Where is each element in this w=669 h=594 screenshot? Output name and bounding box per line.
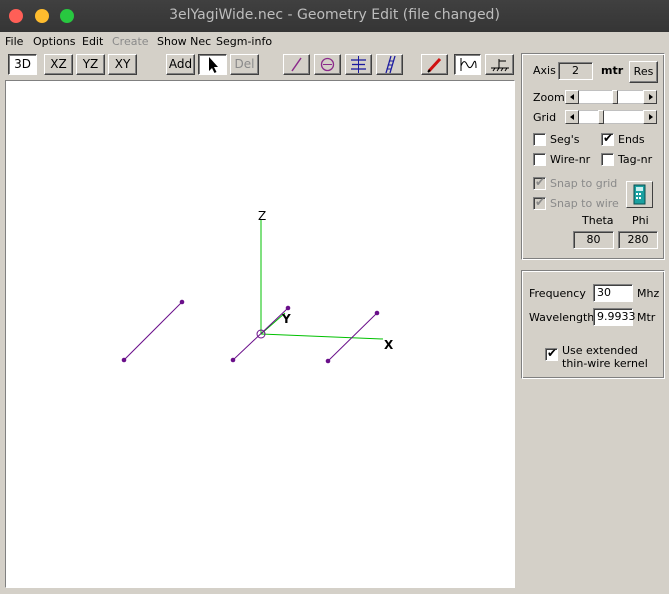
phi-value: 280 xyxy=(618,231,658,249)
wire-end[interactable] xyxy=(285,305,291,311)
wire-reflector[interactable] xyxy=(123,301,183,361)
zoom-slider[interactable] xyxy=(565,90,657,104)
menu-bar: File Options Edit Create Show Nec Segm-i… xyxy=(0,32,669,52)
tag-nr-checkbox[interactable] xyxy=(601,153,614,166)
res-button[interactable]: Res xyxy=(629,61,658,83)
check-icon: ✔ xyxy=(603,131,614,145)
axis-value: 2 xyxy=(558,62,593,80)
check-icon: ✔ xyxy=(535,175,546,189)
zoom-label: Zoom xyxy=(533,91,565,104)
extended-kernel-label-line1: Use extended xyxy=(562,344,638,357)
frequency-unit: Mhz xyxy=(637,287,660,300)
axis-unit: mtr xyxy=(601,64,624,77)
view-3d-button[interactable]: 3D xyxy=(8,54,37,75)
geometry-edit-window: 3elYagiWide.nec - Geometry Edit (file ch… xyxy=(0,0,669,594)
x-axis xyxy=(260,333,384,340)
zoom-right-arrow-icon[interactable] xyxy=(643,90,657,104)
loop-icon xyxy=(320,57,335,72)
segs-label: Seg's xyxy=(550,133,580,146)
tag-nr-label: Tag-nr xyxy=(618,153,653,166)
axis-label: Axis xyxy=(533,64,556,77)
wavelength-label: Wavelength xyxy=(529,311,595,324)
menu-options[interactable]: Options xyxy=(33,35,75,48)
calculator-button[interactable] xyxy=(626,181,653,208)
snap-to-wire-label: Snap to wire xyxy=(550,197,619,210)
extended-kernel-checkbox[interactable]: ✔ xyxy=(545,346,558,361)
grid-thumb[interactable] xyxy=(598,110,604,124)
source-wave-icon xyxy=(460,58,477,71)
delete-button[interactable]: Del xyxy=(230,54,259,75)
ends-checkbox[interactable]: ✔ xyxy=(601,131,614,146)
grid-slider[interactable] xyxy=(565,110,657,124)
view-yz-button[interactable]: YZ xyxy=(76,54,105,75)
wire-end[interactable] xyxy=(374,310,380,316)
menu-create[interactable]: Create xyxy=(112,35,149,48)
view-xy-button[interactable]: XY xyxy=(108,54,137,75)
source-tool-button[interactable] xyxy=(454,54,481,75)
window-title: 3elYagiWide.nec - Geometry Edit (file ch… xyxy=(169,7,500,23)
wire-end[interactable] xyxy=(325,358,331,364)
snap-to-grid-label: Snap to grid xyxy=(550,177,618,190)
z-axis-label: Z xyxy=(258,209,266,223)
add-button[interactable]: Add xyxy=(166,54,195,75)
pencil-tool-button[interactable] xyxy=(421,54,448,75)
select-pointer-button[interactable] xyxy=(198,54,227,75)
menu-edit[interactable]: Edit xyxy=(82,35,103,48)
helix-tool-button[interactable] xyxy=(345,54,372,75)
theta-value: 80 xyxy=(573,231,614,249)
menu-file[interactable]: File xyxy=(5,35,23,48)
grid-right-arrow-icon[interactable] xyxy=(643,110,657,124)
wavelength-unit: Mtr xyxy=(637,311,656,324)
calculator-icon xyxy=(633,184,646,205)
zoom-left-arrow-icon[interactable] xyxy=(565,90,579,104)
ends-label: Ends xyxy=(618,133,645,146)
snap-to-grid-checkbox[interactable]: ✔ xyxy=(533,175,546,190)
view-xz-button[interactable]: XZ xyxy=(44,54,73,75)
extended-kernel-label-line2: thin-wire kernel xyxy=(562,357,648,370)
wavelength-input[interactable]: 9.9933 xyxy=(593,308,636,326)
loop-tool-button[interactable] xyxy=(314,54,341,75)
geometry-canvas[interactable]: Z Y X xyxy=(5,80,515,588)
grid-label: Grid xyxy=(533,111,557,124)
wire-icon xyxy=(291,57,302,72)
title-bar: 3elYagiWide.nec - Geometry Edit (file ch… xyxy=(0,0,669,32)
ladder-icon xyxy=(385,55,396,74)
y-axis-label: Y xyxy=(281,312,291,326)
pencil-icon xyxy=(427,57,442,73)
phi-label: Phi xyxy=(632,214,649,227)
check-icon: ✔ xyxy=(535,195,546,209)
theta-label: Theta xyxy=(582,214,614,227)
menu-segm-info[interactable]: Segm-info xyxy=(216,35,272,48)
wire-tool-button[interactable] xyxy=(283,54,310,75)
grid-left-arrow-icon[interactable] xyxy=(565,110,579,124)
ground-tool-button[interactable] xyxy=(485,54,514,75)
helix-icon xyxy=(351,56,366,73)
wire-nr-label: Wire-nr xyxy=(550,153,591,166)
wire-end[interactable] xyxy=(179,299,185,305)
frequency-input[interactable]: 30 xyxy=(593,284,633,302)
wire-end[interactable] xyxy=(230,357,236,363)
check-icon: ✔ xyxy=(547,346,558,360)
ladder-tool-button[interactable] xyxy=(376,54,403,75)
menu-show-nec[interactable]: Show Nec xyxy=(157,35,211,48)
segs-checkbox[interactable] xyxy=(533,133,546,146)
wire-nr-checkbox[interactable] xyxy=(533,153,546,166)
arrow-pointer-icon xyxy=(209,57,218,73)
snap-to-wire-checkbox[interactable]: ✔ xyxy=(533,195,546,210)
ground-icon xyxy=(491,59,509,72)
geometry-view[interactable]: Z Y X xyxy=(6,81,514,587)
frequency-label: Frequency xyxy=(529,287,586,300)
wire-end[interactable] xyxy=(121,357,127,363)
zoom-thumb[interactable] xyxy=(612,90,618,104)
x-axis-label: X xyxy=(384,338,394,352)
